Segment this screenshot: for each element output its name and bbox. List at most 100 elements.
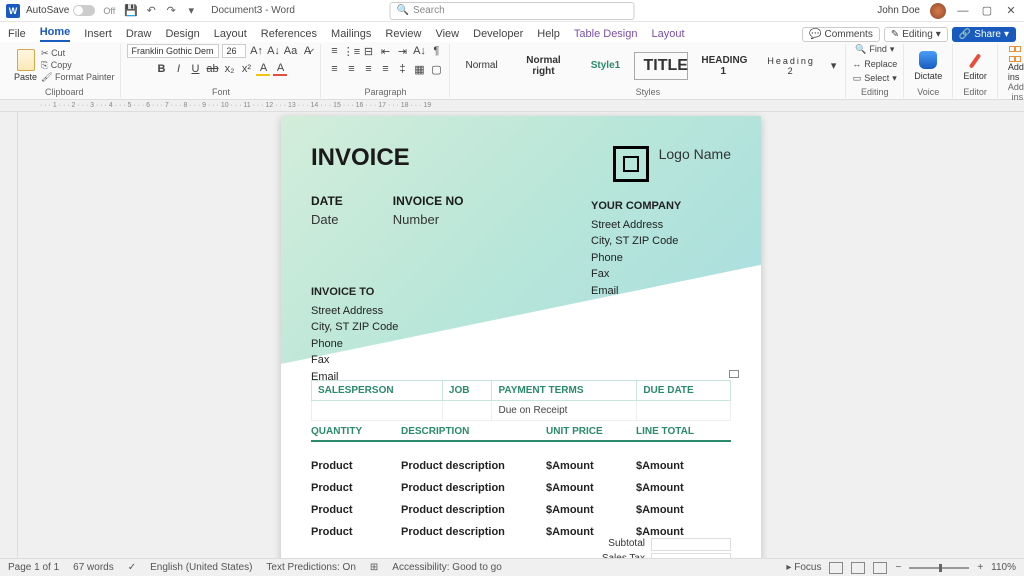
document-page[interactable]: ✥ INVOICE DATE Date INVOICE NO Number Lo… <box>281 116 761 562</box>
shrink-font-icon[interactable]: A↓ <box>266 44 280 58</box>
table-resize-handle[interactable] <box>729 370 739 378</box>
web-layout-icon[interactable] <box>873 562 887 574</box>
underline-icon[interactable]: U <box>188 62 202 76</box>
invoice-no-label[interactable]: INVOICE NO <box>393 194 464 208</box>
editor-button[interactable]: Editor <box>959 51 991 81</box>
tab-file[interactable]: File <box>8 28 26 42</box>
ruler-horizontal[interactable]: · · · 1 · · · 2 · · · 3 · · · 4 · · · 5 … <box>0 100 1024 112</box>
zoom-out-icon[interactable]: − <box>895 562 901 573</box>
sort-icon[interactable]: A↓ <box>412 44 426 58</box>
tab-mailings[interactable]: Mailings <box>331 28 371 42</box>
user-name[interactable]: John Doe <box>877 5 920 16</box>
date-label[interactable]: DATE <box>311 194 343 208</box>
show-marks-icon[interactable]: ¶ <box>429 44 443 58</box>
print-layout-icon[interactable] <box>851 562 865 574</box>
share-button[interactable]: 🔗 Share ▾ <box>952 27 1016 42</box>
outdent-icon[interactable]: ⇤ <box>378 44 392 58</box>
search-input[interactable]: 🔍 Search <box>390 2 635 20</box>
dictate-button[interactable]: Dictate <box>910 51 946 81</box>
grow-font-icon[interactable]: A↑ <box>249 44 263 58</box>
spell-check-icon[interactable]: ✓ <box>128 562 136 573</box>
read-mode-icon[interactable] <box>829 562 843 574</box>
item-row[interactable]: ProductProduct description$Amount$Amount <box>311 504 731 516</box>
clear-format-icon[interactable]: A̷ <box>300 44 314 58</box>
borders-icon[interactable]: ▢ <box>429 62 443 76</box>
editing-button[interactable]: ✎ Editing ▾ <box>884 27 948 42</box>
tab-design[interactable]: Design <box>165 28 199 42</box>
tab-table-design[interactable]: Table Design <box>574 28 638 42</box>
copy-button[interactable]: ⎘ Copy <box>41 60 114 71</box>
invoice-to-block[interactable]: INVOICE TO Street Address City, ST ZIP C… <box>311 284 398 385</box>
item-row[interactable]: ProductProduct description$Amount$Amount <box>311 460 731 472</box>
logo-text[interactable]: Logo Name <box>659 146 731 182</box>
undo-icon[interactable]: ↶ <box>144 4 158 18</box>
addins-button[interactable]: Add-ins <box>1004 44 1024 82</box>
find-button[interactable]: 🔍 Find ▾ <box>855 44 894 55</box>
select-button[interactable]: ▭ Select ▾ <box>853 73 897 84</box>
accessibility-status[interactable]: Accessibility: Good to go <box>392 562 502 573</box>
tab-help[interactable]: Help <box>537 28 560 42</box>
indent-icon[interactable]: ⇥ <box>395 44 409 58</box>
tab-developer[interactable]: Developer <box>473 28 523 42</box>
style-normal-right[interactable]: Normal right <box>510 50 576 82</box>
paste-button[interactable]: Paste <box>14 49 37 82</box>
tab-home[interactable]: Home <box>40 26 71 42</box>
page-scroll[interactable]: ✥ INVOICE DATE Date INVOICE NO Number Lo… <box>18 112 1024 562</box>
font-color-icon[interactable]: A <box>273 62 287 76</box>
justify-icon[interactable]: ≡ <box>378 62 392 76</box>
tab-view[interactable]: View <box>435 28 459 42</box>
zoom-in-icon[interactable]: + <box>977 562 983 573</box>
tab-insert[interactable]: Insert <box>84 28 112 42</box>
italic-icon[interactable]: I <box>171 62 185 76</box>
font-size-select[interactable]: 26 <box>222 44 246 58</box>
page-status[interactable]: Page 1 of 1 <box>8 562 59 573</box>
superscript-icon[interactable]: x² <box>239 62 253 76</box>
strike-icon[interactable]: ab <box>205 62 219 76</box>
tab-layout[interactable]: Layout <box>214 28 247 42</box>
cut-button[interactable]: ✂ Cut <box>41 48 114 59</box>
item-row[interactable]: ProductProduct description$Amount$Amount <box>311 482 731 494</box>
change-case-icon[interactable]: Aa <box>283 44 297 58</box>
redo-icon[interactable]: ↷ <box>164 4 178 18</box>
focus-mode[interactable]: ▸ Focus <box>786 562 821 573</box>
style-heading2[interactable]: Heading 2 <box>758 51 824 81</box>
multilevel-icon[interactable]: ⊟ <box>361 44 375 58</box>
align-center-icon[interactable]: ≡ <box>344 62 358 76</box>
bullets-icon[interactable]: ≡ <box>327 44 341 58</box>
autosave-toggle[interactable] <box>73 5 95 16</box>
replace-button[interactable]: ↔ Replace <box>852 59 897 69</box>
style-style1[interactable]: Style1 <box>580 55 630 76</box>
shading-icon[interactable]: ▦ <box>412 62 426 76</box>
date-value[interactable]: Date <box>311 212 343 227</box>
style-title[interactable]: TITLE <box>634 52 688 80</box>
info-table[interactable]: SALESPERSON JOB PAYMENT TERMS DUE DATE D… <box>311 380 731 421</box>
items-table[interactable]: QUANTITY DESCRIPTION UNIT PRICE LINE TOT… <box>311 426 731 548</box>
restore-icon[interactable]: ▢ <box>980 4 994 18</box>
subscript-icon[interactable]: x₂ <box>222 62 236 76</box>
line-spacing-icon[interactable]: ‡ <box>395 62 409 76</box>
ruler-vertical[interactable] <box>0 112 18 562</box>
highlight-icon[interactable]: A <box>256 62 270 76</box>
align-right-icon[interactable]: ≡ <box>361 62 375 76</box>
tab-table-layout[interactable]: Layout <box>651 28 684 42</box>
tab-references[interactable]: References <box>261 28 317 42</box>
language-status[interactable]: English (United States) <box>150 562 252 573</box>
zoom-slider[interactable] <box>909 567 969 569</box>
format-painter-button[interactable]: 🖌 Format Painter <box>41 72 114 83</box>
style-normal[interactable]: Normal <box>456 55 506 76</box>
close-icon[interactable]: ✕ <box>1004 4 1018 18</box>
item-row[interactable]: ProductProduct description$Amount$Amount <box>311 526 731 538</box>
tab-review[interactable]: Review <box>385 28 421 42</box>
minimize-icon[interactable]: — <box>956 4 970 18</box>
numbering-icon[interactable]: ⋮≡ <box>344 44 358 58</box>
styles-more-icon[interactable]: ▾ <box>828 59 839 73</box>
user-avatar[interactable] <box>930 3 946 19</box>
tab-draw[interactable]: Draw <box>126 28 152 42</box>
text-predictions[interactable]: Text Predictions: On <box>266 562 355 573</box>
bold-icon[interactable]: B <box>154 62 168 76</box>
comments-button[interactable]: 💬 Comments <box>802 27 880 42</box>
save-icon[interactable]: 💾 <box>124 4 138 18</box>
logo-area[interactable]: Logo Name <box>613 146 731 182</box>
company-block[interactable]: YOUR COMPANY Street Address City, ST ZIP… <box>591 198 731 299</box>
font-name-select[interactable]: Franklin Gothic Dem <box>127 44 219 58</box>
